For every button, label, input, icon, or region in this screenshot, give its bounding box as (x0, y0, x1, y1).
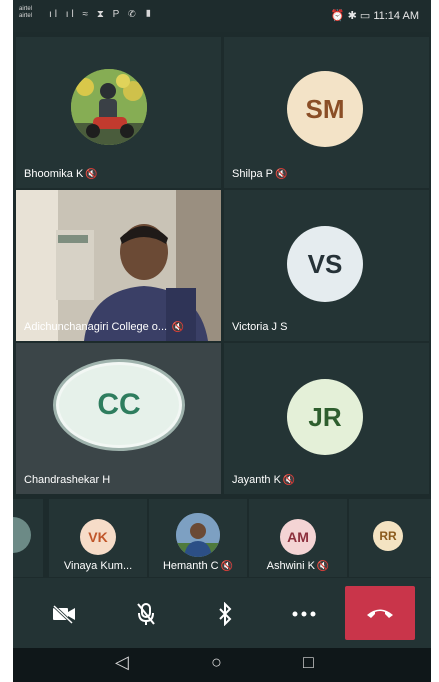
profile-photo (71, 69, 147, 145)
participant-name: Bhoomika K 🔇 (24, 168, 98, 180)
camera-off-icon (52, 604, 75, 624)
status-icons: ⏰ ✱ ▭ (330, 10, 371, 22)
avatar: CC (59, 365, 179, 445)
strip-tile[interactable]: VK Vinaya Kum... (49, 499, 147, 577)
avatar: JR (287, 379, 363, 455)
mic-off-icon: 🔇 (220, 561, 234, 572)
carrier-1: airtel (19, 6, 33, 12)
participant-name: Vinaya Kum... (63, 560, 133, 572)
strip-tile[interactable]: RR (349, 499, 431, 577)
avatar-partial (13, 517, 31, 553)
video-frame-icon (16, 190, 221, 341)
carrier-2: airtel (19, 13, 33, 19)
avatar: VS (287, 226, 363, 302)
rider-photo-icon (71, 69, 147, 145)
system-nav-bar: ◁ ○ □ (13, 648, 431, 682)
avatar: AM (280, 519, 316, 555)
participant-name: Victoria J S (232, 321, 288, 333)
home-button[interactable]: ○ (211, 652, 222, 673)
bluetooth-icon (219, 602, 232, 626)
mic-off-icon: 🔇 (169, 322, 185, 333)
participant-tile[interactable]: JR Jayanth K 🔇 (224, 343, 429, 494)
status-icons-left: ıl ıl ≈ ⧗ P ✆ ▮ (49, 9, 156, 20)
avatar: RR (373, 521, 403, 551)
participant-name: Adichunchanagiri College o... 🔇 (24, 321, 185, 333)
profile-photo (176, 513, 220, 557)
video-feed (16, 190, 221, 341)
carrier-labels: airtel airtel (19, 6, 32, 20)
call-controls (13, 578, 431, 648)
participant-tile-active[interactable]: CC Chandrashekar H (16, 343, 221, 494)
participant-tile[interactable]: Bhoomika K 🔇 (16, 37, 221, 188)
mic-off-icon: 🔇 (282, 475, 296, 486)
participant-name: Hemanth C 🔇 (162, 560, 234, 572)
participant-name: Ashwini K 🔇 (266, 560, 330, 572)
more-options-button[interactable] (275, 588, 333, 640)
back-button[interactable]: ◁ (115, 652, 129, 673)
strip-tile-partial[interactable] (13, 499, 43, 577)
participant-name: Chandrashekar H (24, 474, 111, 486)
participant-strip[interactable]: VK Vinaya Kum... Hemanth C 🔇 AM Ashwini K… (13, 497, 431, 577)
phone-hangup-icon (367, 609, 393, 618)
mic-off-icon: 🔇 (316, 561, 330, 572)
end-call-button[interactable] (345, 586, 415, 640)
avatar: VK (80, 519, 116, 555)
participant-tile[interactable]: SM Shilpa P 🔇 (224, 37, 429, 188)
more-icon (292, 611, 316, 617)
bluetooth-button[interactable] (196, 588, 254, 640)
participant-tile[interactable]: VS Victoria J S (224, 190, 429, 341)
person-photo-icon (176, 513, 220, 557)
participant-name: Shilpa P 🔇 (232, 168, 288, 180)
mic-off-icon (137, 603, 155, 625)
clock: 11:14 AM (373, 10, 419, 22)
phone-screen: airtel airtel ıl ıl ≈ ⧗ P ✆ ▮ ⏰ ✱ ▭ 11:1… (13, 0, 431, 682)
avatar: SM (287, 71, 363, 147)
mic-off-icon: 🔇 (274, 169, 288, 180)
status-icons-right: ⏰ ✱ ▭ 11:14 AM (331, 9, 419, 22)
strip-tile[interactable]: AM Ashwini K 🔇 (249, 499, 347, 577)
mic-off-button[interactable] (117, 588, 175, 640)
strip-tile[interactable]: Hemanth C 🔇 (149, 499, 247, 577)
recents-button[interactable]: □ (303, 652, 314, 673)
status-bar: airtel airtel ıl ıl ≈ ⧗ P ✆ ▮ ⏰ ✱ ▭ 11:1… (13, 0, 431, 32)
mic-off-icon: 🔇 (85, 169, 98, 180)
camera-off-button[interactable] (35, 588, 93, 640)
participant-name: Jayanth K 🔇 (232, 474, 296, 486)
participant-tile[interactable]: Adichunchanagiri College o... 🔇 (16, 190, 221, 341)
